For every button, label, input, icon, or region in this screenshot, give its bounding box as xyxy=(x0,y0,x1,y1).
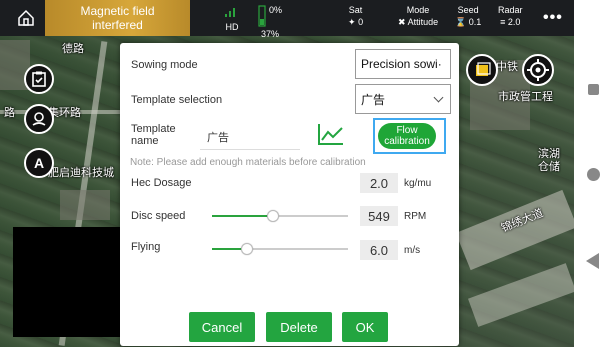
cancel-button[interactable]: Cancel xyxy=(189,312,255,342)
radar-label: Radar xyxy=(498,5,523,15)
sat-indicator: Sat ✦ 0 xyxy=(348,4,363,28)
radar-icon: ≡ xyxy=(500,17,506,27)
chart-icon[interactable] xyxy=(317,122,345,146)
layer-button[interactable] xyxy=(466,54,498,86)
signal-indicator: HD xyxy=(224,6,240,33)
disc-speed-unit: RPM xyxy=(404,211,427,222)
warning-line-2: interfered xyxy=(92,18,143,32)
flow-calibration-button[interactable]: Flow calibration xyxy=(378,123,436,149)
mode-indicator: Mode ✖ Attitude xyxy=(398,4,438,28)
seed-icon: ⌛ xyxy=(455,17,467,27)
radar-value: 2.0 xyxy=(507,17,521,27)
status-bar: Magnetic field interfered HD 0% 37% Sat … xyxy=(0,0,574,39)
sowing-mode-value: Precision sowi· xyxy=(361,57,442,71)
flying-speed-value[interactable]: 6.0 xyxy=(360,240,398,260)
map-road xyxy=(468,263,574,327)
auto-mode-button[interactable]: A xyxy=(24,148,54,178)
seed-label: Seed xyxy=(457,5,479,15)
flying-speed-slider-thumb[interactable] xyxy=(241,243,253,255)
battery-icon xyxy=(258,5,266,27)
battery-percent: 0% xyxy=(269,5,283,15)
map-label: 市政管工程 xyxy=(498,91,553,103)
satellite-icon: ✦ xyxy=(348,17,356,27)
sat-label: Sat xyxy=(348,5,363,15)
seed-value: 0.1 xyxy=(468,17,482,27)
disc-speed-label: Disc speed xyxy=(131,210,186,222)
calibration-note: Note: Please add enough materials before… xyxy=(130,157,366,168)
radar-indicator: Radar ≡ 2.0 xyxy=(498,4,523,28)
template-selection-select[interactable]: 广告 xyxy=(355,84,451,114)
warning-line-1: Magnetic field xyxy=(80,4,155,18)
clipboard-icon xyxy=(32,71,46,87)
sat-value: 0 xyxy=(358,17,364,27)
locate-button[interactable] xyxy=(522,54,554,86)
more-menu-button[interactable]: ••• xyxy=(543,10,563,26)
map-label: 德路 xyxy=(62,43,84,55)
home-nav-icon[interactable] xyxy=(587,168,600,181)
battery-level: 37% xyxy=(261,29,280,39)
home-icon xyxy=(18,9,34,26)
recent-apps-icon[interactable] xyxy=(588,84,599,95)
map-label: 仓储 xyxy=(538,161,560,173)
map-label: 中铁 xyxy=(496,61,518,73)
seed-indicator: Seed ⌛ 0.1 xyxy=(455,4,481,28)
route-button[interactable] xyxy=(24,104,54,134)
disc-speed-slider-fill xyxy=(212,215,272,217)
sowing-settings-dialog: Sowing mode Precision sowi· Template sel… xyxy=(120,43,459,346)
warning-banner: Magnetic field interfered xyxy=(45,0,190,36)
template-name-underline xyxy=(200,149,300,150)
template-selection-value: 广告 xyxy=(361,92,386,107)
back-nav-icon[interactable] xyxy=(586,253,599,269)
signal-label: HD xyxy=(225,22,239,32)
hec-dosage-value[interactable]: 2.0 xyxy=(360,173,398,193)
disc-speed-value[interactable]: 549 xyxy=(360,206,398,226)
hec-dosage-unit: kg/mu xyxy=(404,178,432,189)
camera-preview[interactable] xyxy=(13,227,120,337)
route-icon xyxy=(32,112,46,126)
mode-value: Attitude xyxy=(407,17,439,27)
map-label: 路 xyxy=(4,107,15,119)
flying-speed-unit: m/s xyxy=(404,245,421,256)
clipboard-button[interactable] xyxy=(24,64,54,94)
home-button[interactable] xyxy=(16,8,36,28)
template-name-label: Template name xyxy=(131,123,176,147)
sowing-mode-select[interactable]: Precision sowi· xyxy=(355,49,451,79)
map-block xyxy=(60,190,110,220)
ok-button[interactable]: OK xyxy=(342,312,388,342)
mode-label: Mode xyxy=(406,5,430,15)
chevron-down-icon xyxy=(433,92,444,103)
disc-speed-slider-thumb[interactable] xyxy=(266,210,279,222)
flow-calibration-highlight: Flow calibration xyxy=(373,118,446,154)
sowing-mode-label: Sowing mode xyxy=(131,59,198,71)
drone-icon: ✖ xyxy=(398,17,406,27)
map-label: 肥启迪科技城 xyxy=(48,167,114,179)
flying-speed-label: Flying speed xyxy=(131,241,161,255)
signal-icon xyxy=(225,8,235,17)
delete-button[interactable]: Delete xyxy=(266,312,332,342)
crosshair-icon xyxy=(527,59,549,81)
template-selection-label: Template selection xyxy=(131,94,223,106)
hec-dosage-label: Hec Dosage xyxy=(131,177,192,189)
battery-indicator: 0% 37% xyxy=(258,4,282,40)
layers-icon xyxy=(476,62,491,76)
template-name-value[interactable]: 广告 xyxy=(207,129,229,145)
